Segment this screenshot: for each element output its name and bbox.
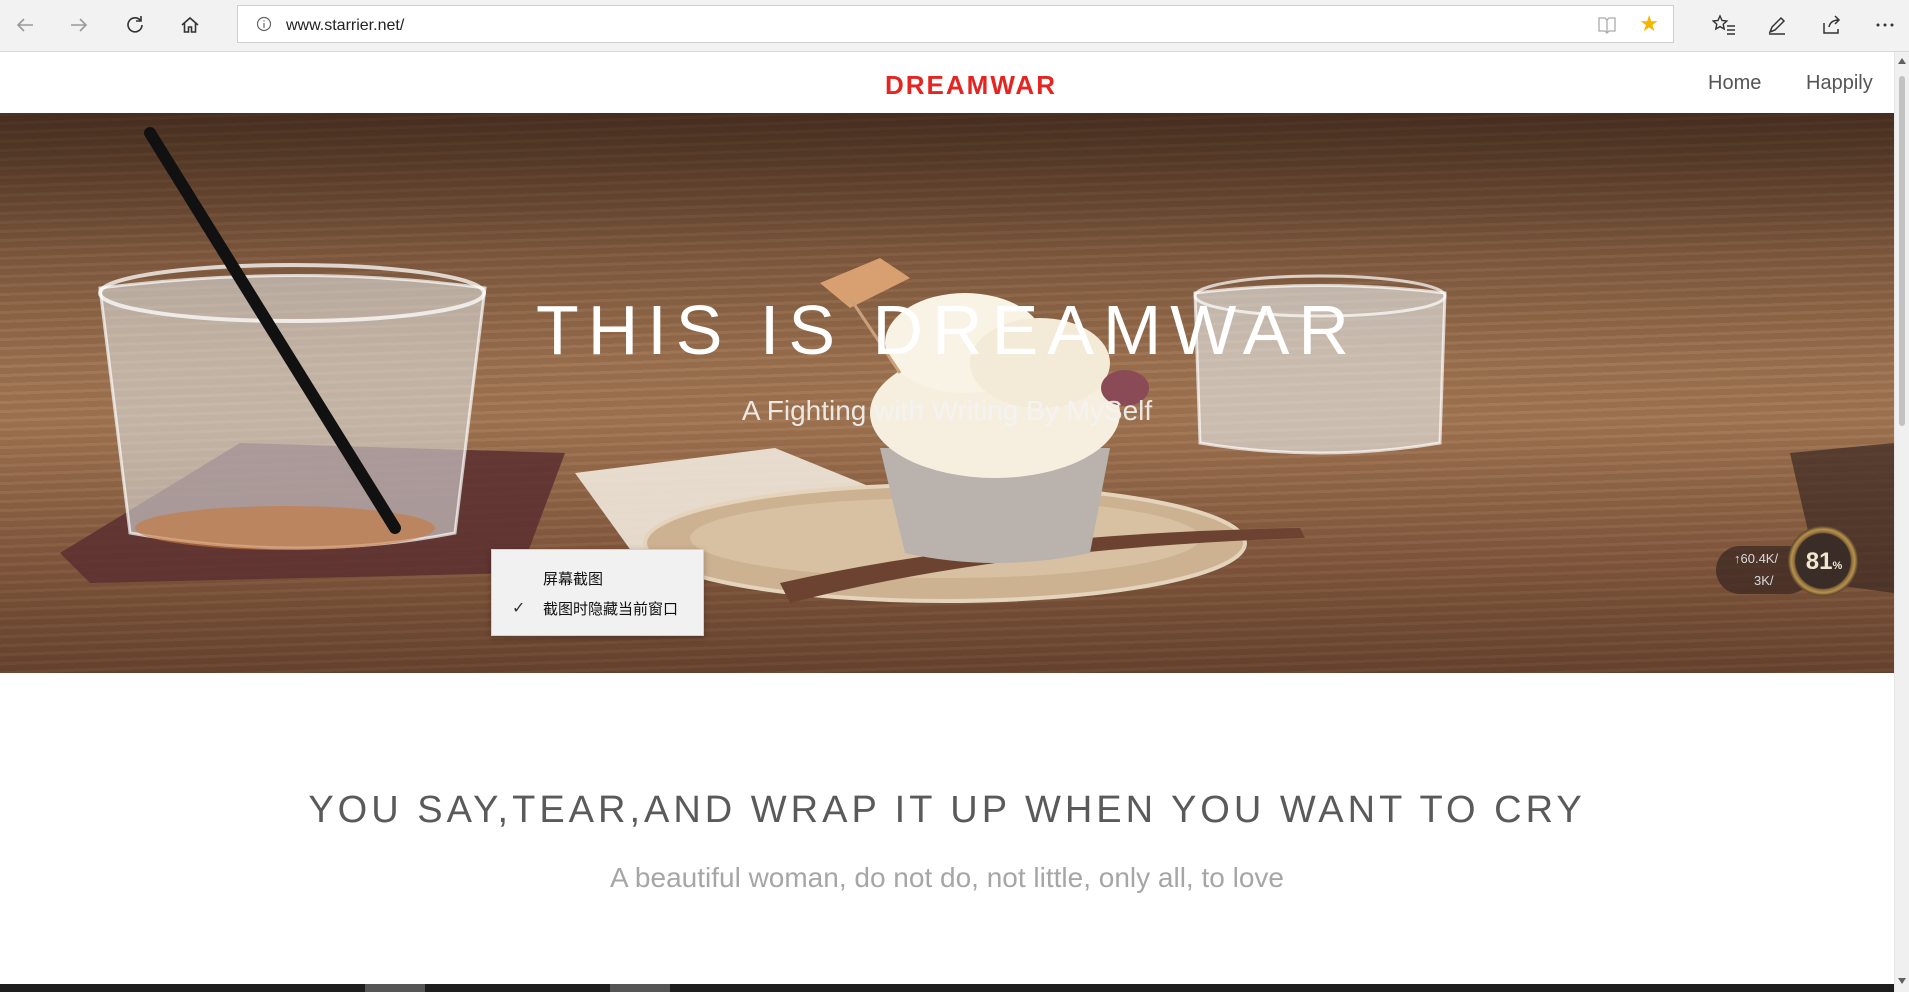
forward-button[interactable] — [64, 10, 94, 40]
back-button[interactable] — [10, 10, 40, 40]
share-button[interactable] — [1816, 10, 1846, 40]
screenshot-context-menu: 屏幕截图 ✓ 截图时隐藏当前窗口 — [491, 549, 704, 636]
upload-speed: ↑60.4K/ — [1734, 551, 1779, 566]
hero-subtitle: A Fighting with Writing By MySelf — [741, 395, 1153, 426]
forward-arrow-icon — [71, 18, 88, 32]
notes-button[interactable] — [1762, 10, 1792, 40]
hero-background-photo — [60, 127, 1894, 603]
hero-title: THIS IS DREAMWAR — [536, 291, 1358, 369]
scrollbar-thumb[interactable] — [1899, 76, 1905, 426]
favorites-button[interactable] — [1709, 10, 1739, 40]
browser-toolbar: www.starrier.net/ ★ — [0, 0, 1909, 52]
home-icon — [181, 16, 199, 33]
usage-percent: 81% — [1805, 548, 1843, 575]
reading-view-icon[interactable] — [1597, 16, 1617, 34]
menu-item-screenshot[interactable]: 屏幕截图 — [492, 562, 703, 592]
section-title: YOU SAY,TEAR,AND WRAP IT UP WHEN YOU WAN… — [308, 789, 1586, 831]
pen-notes-icon — [1768, 16, 1786, 35]
favorites-list-icon — [1712, 14, 1735, 35]
download-speed: 3K/ — [1754, 573, 1774, 588]
more-menu-icon — [1876, 23, 1894, 27]
share-icon — [1823, 15, 1841, 34]
scroll-up-arrow-icon[interactable] — [1898, 58, 1906, 64]
back-arrow-icon — [16, 18, 33, 32]
refresh-icon — [127, 16, 143, 33]
menu-item-label: 屏幕截图 — [543, 571, 604, 588]
refresh-button[interactable] — [120, 10, 150, 40]
site-brand-logo[interactable]: DREAMWAR — [0, 70, 1909, 101]
site-header: DREAMWAR Home Happily — [0, 52, 1894, 114]
menu-item-label: 截图时隐藏当前窗口 — [543, 601, 679, 618]
next-section-edge — [0, 984, 1894, 992]
home-button[interactable] — [175, 10, 205, 40]
more-menu-button[interactable] — [1870, 10, 1900, 40]
address-bar[interactable]: www.starrier.net/ ★ — [237, 5, 1674, 43]
network-speed-widget[interactable]: ↑60.4K/ 3K/ 81% — [1716, 512, 1861, 620]
nav-link-happily[interactable]: Happily — [1806, 72, 1873, 95]
menu-item-hide-window[interactable]: ✓ 截图时隐藏当前窗口 — [492, 592, 703, 622]
info-icon[interactable] — [256, 16, 272, 32]
nav-link-home[interactable]: Home — [1708, 72, 1761, 95]
url-text[interactable]: www.starrier.net/ — [286, 17, 404, 35]
section-subtitle: A beautiful woman, do not do, not little… — [610, 862, 1284, 893]
page-scrollbar[interactable] — [1894, 52, 1909, 992]
scroll-down-arrow-icon[interactable] — [1898, 978, 1906, 984]
checkmark-icon: ✓ — [512, 600, 526, 617]
favorite-star-icon[interactable]: ★ — [1639, 13, 1659, 35]
hero-banner: THIS IS DREAMWAR A Fighting with Writing… — [0, 113, 1894, 673]
